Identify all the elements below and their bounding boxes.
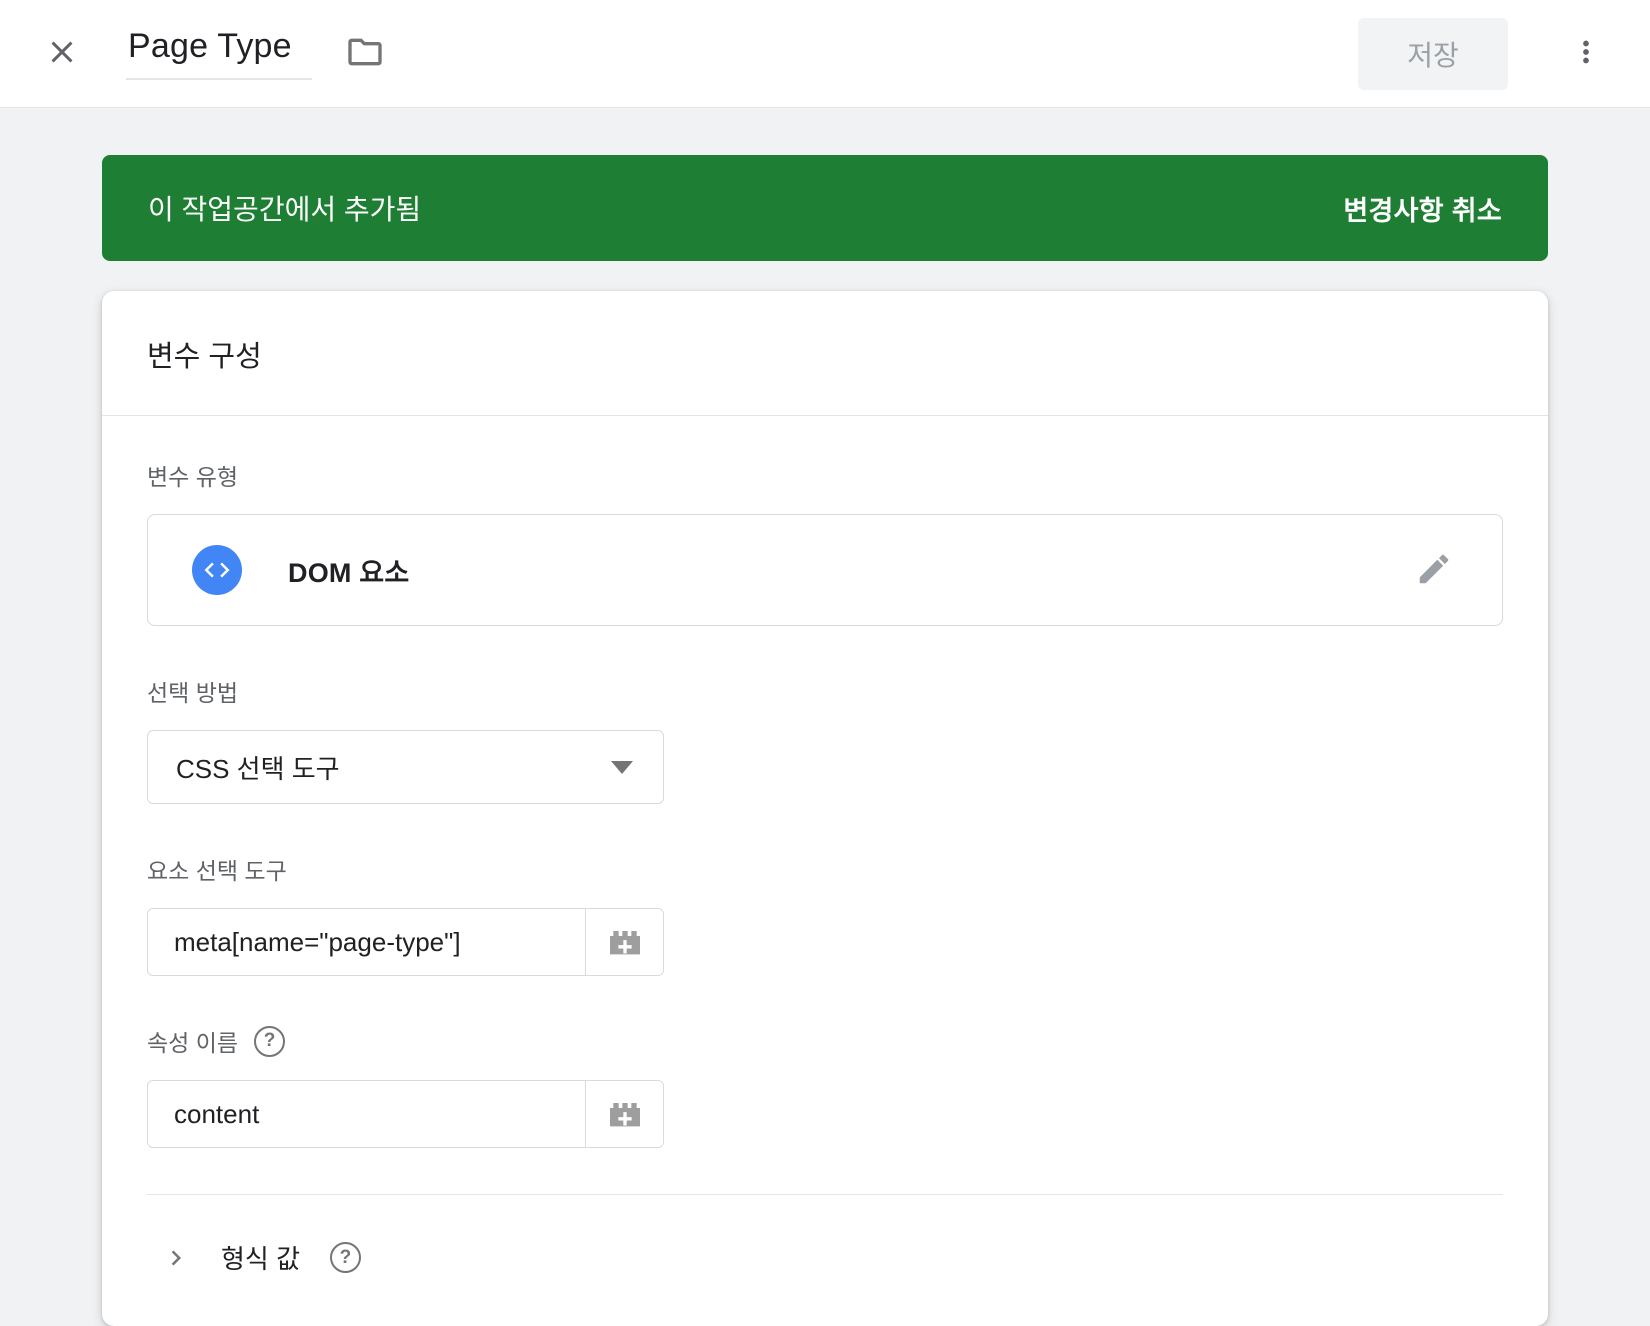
element-selector-input[interactable] (148, 909, 585, 975)
attribute-name-label-text: 속성 이름 (147, 1024, 238, 1058)
element-selector-label: 요소 선택 도구 (147, 852, 1503, 886)
close-icon (44, 34, 80, 73)
page-title[interactable]: Page Type (126, 27, 312, 80)
card-body: 변수 유형 DOM 요소 선택 방법 (102, 416, 1548, 1148)
element-selector-variable-picker-button[interactable] (585, 909, 663, 975)
attribute-name-section: 속성 이름 ? (147, 1024, 1503, 1148)
selection-method-label: 선택 방법 (147, 674, 1503, 708)
more-vert-icon (1569, 35, 1603, 72)
banner-message: 이 작업공간에서 추가됨 (148, 188, 421, 228)
folder-button[interactable] (342, 31, 388, 77)
selection-method-section: 선택 방법 CSS 선택 도구 (147, 674, 1503, 804)
main-content: 이 작업공간에서 추가됨 변경사항 취소 변수 구성 변수 유형 DOM 요소 (0, 108, 1650, 1326)
variable-type-label: 변수 유형 (147, 458, 1503, 492)
discard-changes-button[interactable]: 변경사항 취소 (1343, 189, 1502, 228)
attribute-name-variable-picker-button[interactable] (585, 1081, 663, 1147)
variable-type-value: DOM 요소 (288, 551, 409, 590)
chevron-right-icon (161, 1243, 191, 1273)
attribute-name-inputbox (147, 1080, 664, 1148)
variable-configuration-card: 변수 구성 변수 유형 DOM 요소 (102, 291, 1548, 1326)
variable-type-box[interactable]: DOM 요소 (147, 514, 1503, 626)
selection-method-select[interactable]: CSS 선택 도구 (147, 730, 664, 804)
caret-down-icon (611, 761, 633, 774)
more-menu-button[interactable] (1564, 22, 1608, 86)
edit-variable-type-button[interactable] (1410, 546, 1458, 594)
variable-type-section: 변수 유형 DOM 요소 (147, 458, 1503, 626)
attribute-name-label: 속성 이름 ? (147, 1024, 1503, 1058)
attribute-name-help-icon[interactable]: ? (254, 1026, 285, 1057)
dom-element-icon (192, 545, 242, 595)
lego-brick-plus-icon (605, 921, 645, 964)
format-value-help-icon[interactable]: ? (330, 1242, 361, 1273)
lego-brick-plus-icon (605, 1093, 645, 1136)
format-value-label: 형식 값 (221, 1239, 300, 1276)
selection-method-value: CSS 선택 도구 (176, 749, 340, 786)
save-button[interactable]: 저장 (1358, 18, 1508, 90)
variable-name-field[interactable]: Page Type (126, 27, 312, 80)
attribute-name-input[interactable] (148, 1081, 585, 1147)
card-header: 변수 구성 (102, 291, 1548, 416)
card-title: 변수 구성 (147, 333, 1503, 375)
top-bar: Page Type 저장 (0, 0, 1650, 108)
folder-icon (345, 32, 385, 75)
workspace-status-banner: 이 작업공간에서 추가됨 변경사항 취소 (102, 155, 1548, 261)
element-selector-inputbox (147, 908, 664, 976)
format-value-row[interactable]: 형식 값 ? (147, 1194, 1503, 1326)
pencil-icon (1415, 550, 1453, 591)
close-button[interactable] (40, 32, 84, 76)
element-selector-section: 요소 선택 도구 (147, 852, 1503, 976)
